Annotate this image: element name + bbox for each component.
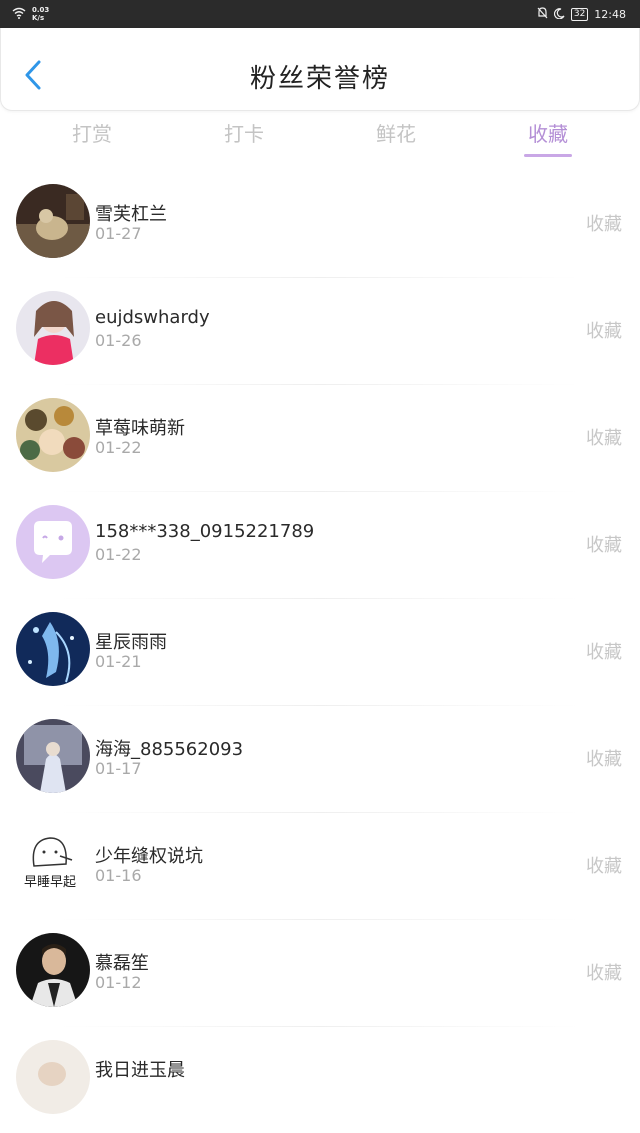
fan-name: 海海_885562093 — [95, 739, 244, 760]
clock: 12:48 — [594, 8, 626, 21]
action-label: 收藏 — [586, 321, 622, 342]
list-item[interactable]: eujdswhardy 01-26 收藏 — [0, 277, 640, 384]
divider — [60, 1026, 580, 1027]
avatar — [16, 612, 90, 686]
page-title: 粉丝荣誉榜 — [249, 64, 390, 94]
photo-avatar-icon — [16, 719, 90, 793]
fan-name: eujdswhardy — [95, 307, 210, 328]
photo-avatar-icon — [16, 933, 90, 1007]
action-label: 收藏 — [586, 642, 622, 663]
photo-avatar-icon — [16, 184, 90, 258]
divider — [60, 384, 580, 385]
net-speed-value: 0.03 — [32, 6, 50, 14]
divider — [60, 812, 580, 813]
sketch-avatar-icon: 早睡早起 — [16, 826, 90, 900]
fan-name: 少年缝权说坑 — [95, 846, 203, 867]
fan-date: 01-12 — [95, 973, 142, 992]
divider — [60, 919, 580, 920]
fan-date: 01-22 — [95, 438, 142, 457]
list-item[interactable]: 星辰雨雨 01-21 收藏 — [0, 598, 640, 705]
tab-bar: 打赏 打卡 鲜花 收藏 — [0, 112, 640, 160]
status-right: 32 12:48 — [537, 7, 626, 22]
photo-avatar-icon — [16, 612, 90, 686]
action-label: 收藏 — [586, 535, 622, 556]
avatar — [16, 1040, 90, 1114]
avatar — [16, 933, 90, 1007]
battery-indicator: 32 — [570, 8, 589, 21]
tab-flowers[interactable]: 鲜花 — [356, 118, 436, 147]
list-item[interactable]: 雪芙杠兰 01-27 收藏 — [0, 170, 640, 277]
fan-date: 01-26 — [95, 331, 142, 350]
avatar — [16, 291, 90, 365]
action-label: 收藏 — [586, 749, 622, 770]
avatar — [16, 398, 90, 472]
avatar-caption: 早睡早起 — [24, 875, 76, 890]
net-speed-unit: K/s — [32, 14, 45, 22]
moon-icon — [553, 7, 565, 22]
action-label: 收藏 — [586, 856, 622, 877]
list-item[interactable]: 草莓味萌新 01-22 收藏 — [0, 384, 640, 491]
avatar — [16, 184, 90, 258]
fan-name: 雪芙杠兰 — [95, 204, 167, 225]
fan-name: 星辰雨雨 — [95, 632, 167, 653]
tab-reward[interactable]: 打赏 — [52, 118, 132, 147]
photo-avatar-icon — [16, 1040, 90, 1114]
action-label: 收藏 — [586, 214, 622, 235]
divider — [60, 598, 580, 599]
list-item[interactable]: 我日进玉晨 — [0, 1026, 640, 1133]
fan-date: 01-27 — [95, 224, 142, 243]
app-header: 粉丝荣誉榜 — [0, 28, 640, 111]
status-bar: 0.03 K/s 32 12:48 — [0, 0, 640, 28]
fan-date: 01-21 — [95, 652, 142, 671]
wifi-icon — [12, 7, 26, 22]
fan-date: 01-16 — [95, 866, 142, 885]
action-label: 收藏 — [586, 428, 622, 449]
avatar — [16, 505, 90, 579]
network-speed: 0.03 K/s — [32, 6, 49, 22]
divider — [60, 705, 580, 706]
list-item[interactable]: 慕磊笙 01-12 收藏 — [0, 919, 640, 1026]
photo-avatar-icon — [16, 291, 90, 365]
chat-bubble-avatar-icon — [16, 505, 90, 579]
fan-name: 158***338_0915221789 — [95, 521, 315, 542]
avatar: 早睡早起 — [16, 826, 90, 900]
fan-name: 草莓味萌新 — [95, 418, 185, 439]
mute-icon — [537, 7, 548, 22]
fan-name: 我日进玉晨 — [95, 1060, 185, 1081]
tab-favorites[interactable]: 收藏 — [508, 118, 588, 147]
status-left: 0.03 K/s — [12, 6, 49, 22]
avatar — [16, 719, 90, 793]
divider — [60, 277, 580, 278]
action-label: 收藏 — [586, 963, 622, 984]
list-item[interactable]: 海海_885562093 01-17 收藏 — [0, 705, 640, 812]
list-item[interactable]: 早睡早起 少年缝权说坑 01-16 收藏 — [0, 812, 640, 919]
photo-avatar-icon — [16, 398, 90, 472]
fan-name: 慕磊笙 — [95, 953, 149, 974]
tab-checkin[interactable]: 打卡 — [204, 118, 284, 147]
fan-date: 01-22 — [95, 545, 142, 564]
divider — [60, 491, 580, 492]
list-item[interactable]: 158***338_0915221789 01-22 收藏 — [0, 491, 640, 598]
fan-list: 雪芙杠兰 01-27 收藏 eujdswhardy 01-26 收藏 草莓味萌新… — [0, 170, 640, 1133]
active-tab-indicator — [524, 154, 572, 157]
fan-date: 01-17 — [95, 759, 142, 778]
